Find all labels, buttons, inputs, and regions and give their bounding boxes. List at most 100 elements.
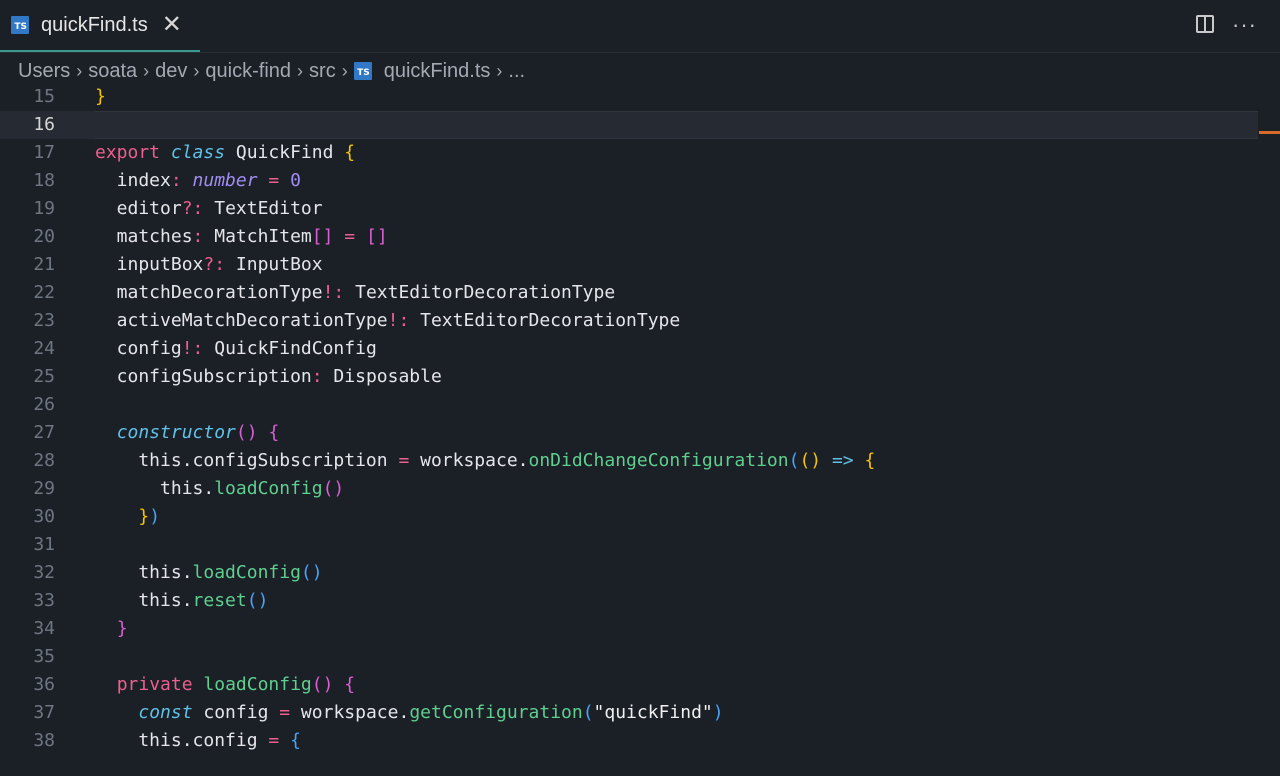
- code-line[interactable]: 33 this.reset(): [0, 587, 1258, 615]
- scrollbar-cursor-marker: [1259, 131, 1280, 134]
- code-token: constructor: [116, 422, 236, 443]
- code-token: {: [290, 730, 301, 751]
- editor-tab[interactable]: TS quickFind.ts ✕: [0, 0, 200, 52]
- code-token: loadConfig: [214, 478, 323, 499]
- code-token: editor: [95, 198, 182, 219]
- line-code: this.loadConfig(): [95, 475, 344, 503]
- code-token: {: [344, 674, 356, 695]
- code-token: }: [138, 506, 150, 527]
- close-icon[interactable]: ✕: [162, 13, 182, 37]
- code-token: (): [246, 590, 269, 611]
- line-number: 21: [33, 254, 55, 275]
- line-number: 35: [33, 646, 55, 667]
- code-token: ): [149, 506, 161, 527]
- code-line[interactable]: 31: [0, 531, 1258, 559]
- code-line[interactable]: 23 activeMatchDecorationType!: TextEdito…: [0, 307, 1258, 335]
- code-line[interactable]: 27 constructor() {: [0, 419, 1258, 447]
- line-number: 22: [33, 282, 55, 303]
- code-token: this.: [95, 478, 215, 499]
- code-token: }: [116, 618, 128, 639]
- line-code: activeMatchDecorationType!: TextEditorDe…: [95, 307, 681, 335]
- code-line[interactable]: 26: [0, 391, 1258, 419]
- code-line[interactable]: 16: [0, 111, 1258, 139]
- code-line[interactable]: 35: [0, 643, 1258, 671]
- line-number: 37: [33, 702, 55, 723]
- code-token: 0: [290, 170, 301, 191]
- code-token: index: [95, 170, 171, 191]
- code-token: onDidChangeConfiguration: [528, 450, 789, 471]
- line-number: 27: [33, 422, 55, 443]
- code-editor[interactable]: 15} 16 17 export class QuickFind {18 index:…: [0, 88, 1280, 776]
- tab-title: quickFind.ts: [41, 13, 148, 36]
- line-number: 26: [33, 394, 55, 415]
- split-editor-icon[interactable]: [1196, 15, 1214, 33]
- line-number: 33: [33, 590, 55, 611]
- code-line[interactable]: 30 }): [0, 503, 1258, 531]
- code-line[interactable]: 32 this.loadConfig(): [0, 559, 1258, 587]
- code-line[interactable]: 38 this.config = {: [0, 727, 1258, 755]
- line-number: 32: [33, 562, 55, 583]
- code-token: loadConfig: [203, 674, 312, 695]
- line-code: matches: MatchItem[] = []: [95, 223, 388, 251]
- code-token: workspace.: [290, 702, 410, 723]
- code-line[interactable]: 25 configSubscription: Disposable: [0, 363, 1258, 391]
- code-token: ): [712, 702, 724, 723]
- breadcrumb-item-dev[interactable]: dev: [155, 60, 187, 83]
- code-line[interactable]: 36 private loadConfig() {: [0, 671, 1258, 699]
- code-token: TextEditorDecorationType: [344, 282, 616, 303]
- code-token: (: [582, 702, 594, 723]
- breadcrumb-item-src[interactable]: src: [309, 60, 336, 83]
- line-code: constructor() {: [95, 419, 280, 447]
- more-actions-icon[interactable]: ···: [1232, 12, 1257, 38]
- code-line[interactable]: 18 index: number = 0: [0, 167, 1258, 195]
- code-line[interactable]: 21 inputBox?: InputBox: [0, 251, 1258, 279]
- breadcrumb-item-symbols[interactable]: ...: [508, 60, 525, 83]
- line-code: const config = workspace.getConfiguratio…: [95, 699, 724, 727]
- code-line[interactable]: 17 export class QuickFind {: [0, 139, 1258, 167]
- line-number: 28: [33, 450, 55, 471]
- code-token: QuickFindConfig: [203, 338, 377, 359]
- breadcrumb: Users › soata › dev › quick-find › src ›…: [18, 56, 525, 86]
- code-line[interactable]: 37 const config = workspace.getConfigura…: [0, 699, 1258, 727]
- code-token: TextEditor: [203, 198, 323, 219]
- code-line[interactable]: 28 this.configSubscription = workspace.o…: [0, 447, 1258, 475]
- code-line[interactable]: 24 config!: QuickFindConfig: [0, 335, 1258, 363]
- breadcrumb-item-file[interactable]: quickFind.ts: [384, 60, 491, 83]
- code-token: config: [192, 702, 280, 723]
- code-line[interactable]: 20 matches: MatchItem[] = []: [0, 223, 1258, 251]
- line-code: }: [95, 88, 106, 111]
- tab-bar: TS quickFind.ts ✕ ···: [0, 0, 1280, 53]
- breadcrumb-item-users[interactable]: Users: [18, 60, 70, 83]
- chevron-right-icon: ›: [143, 60, 150, 81]
- code-token: TextEditorDecorationType: [409, 310, 681, 331]
- code-token: export: [95, 142, 171, 163]
- code-token: matchDecorationType: [95, 282, 323, 303]
- line-number: 25: [33, 366, 55, 387]
- line-number: 29: [33, 478, 55, 499]
- code-token: !:: [322, 282, 345, 303]
- code-line[interactable]: 15}: [0, 88, 1258, 111]
- code-line[interactable]: 29 this.loadConfig(): [0, 475, 1258, 503]
- line-number: 38: [33, 730, 55, 751]
- code-token: !:: [181, 338, 204, 359]
- code-token: {: [344, 142, 356, 163]
- line-number: 18: [33, 170, 55, 191]
- line-number: 36: [33, 674, 55, 695]
- breadcrumb-item-soata[interactable]: soata: [88, 60, 137, 83]
- line-number: 24: [33, 338, 55, 359]
- line-code: export class QuickFind {: [95, 139, 355, 167]
- code-line[interactable]: 19 editor?: TextEditor: [0, 195, 1258, 223]
- code-line[interactable]: 22 matchDecorationType!: TextEditorDecor…: [0, 279, 1258, 307]
- code-line[interactable]: 34 }: [0, 615, 1258, 643]
- breadcrumb-item-quick-find[interactable]: quick-find: [205, 60, 291, 83]
- chevron-right-icon: ›: [341, 60, 348, 81]
- line-code: config!: QuickFindConfig: [95, 335, 377, 363]
